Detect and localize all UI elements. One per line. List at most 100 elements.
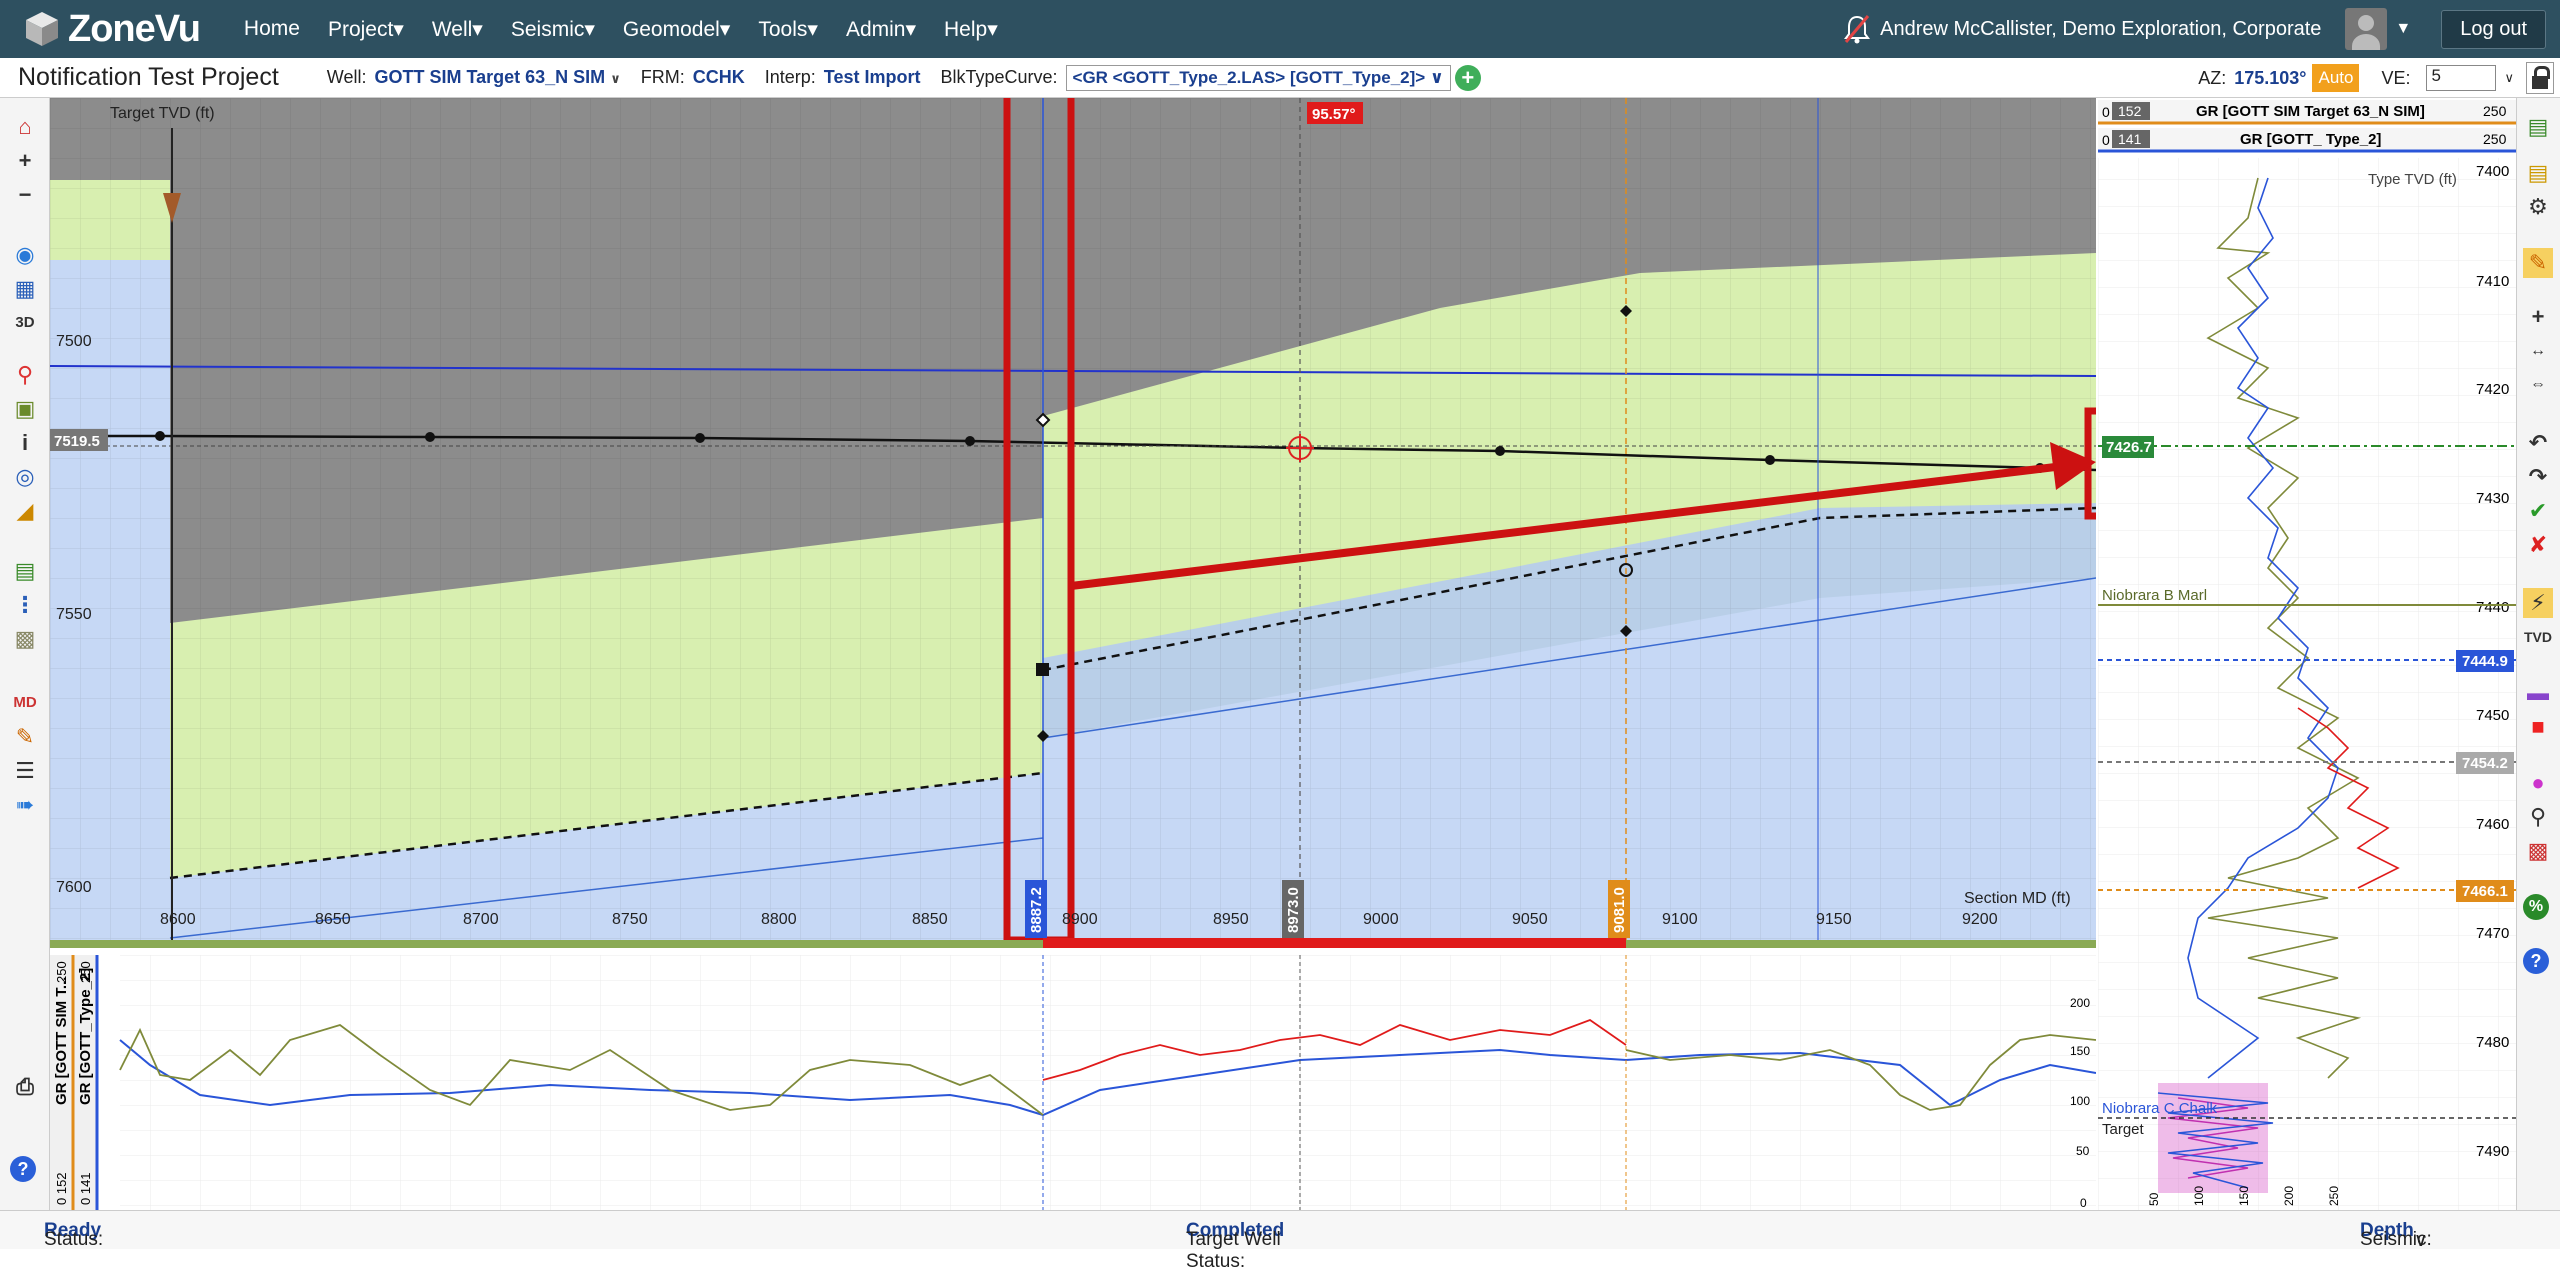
points-icon[interactable]: ⋮ — [10, 590, 40, 620]
seismic-status[interactable]: Seismic: Depth ∨ — [2360, 1220, 2432, 1251]
3d-view-icon[interactable]: 3D — [10, 308, 40, 338]
avatar[interactable] — [2345, 8, 2388, 50]
percent-icon[interactable]: % — [2523, 894, 2549, 920]
target-tvd-label: Target TVD (ft) — [110, 105, 215, 122]
map-icon[interactable]: ▩ — [10, 624, 40, 654]
type-log-h2-tag: 141 — [2118, 131, 2142, 147]
type-tick: 7460 — [2476, 816, 2509, 833]
lightning-icon[interactable]: ⚡ — [2523, 588, 2553, 618]
ve-label: VE: — [2381, 67, 2411, 88]
well-selector[interactable]: GOTT SIM Target 63_N SIM ∨ — [374, 67, 620, 88]
log-strip[interactable]: GR [GOTT SIM T... GR [GOTT_Type_2] 0 152… — [50, 955, 2096, 1210]
ve-select[interactable]: 5 — [2426, 65, 2497, 91]
menu-admin[interactable]: Admin▾ — [846, 17, 916, 42]
type-log-panel[interactable]: 0 152 GR [GOTT SIM Target 63_N SIM] 250 … — [2098, 98, 2516, 1210]
document-icon[interactable]: ▤ — [2523, 158, 2553, 188]
frm-value[interactable]: CCHK — [693, 67, 745, 88]
split-icon[interactable]: ↔ — [2523, 336, 2553, 366]
compass-icon[interactable]: ◉ — [10, 240, 40, 270]
type-tick: 7410 — [2476, 273, 2509, 290]
chevron-down-icon[interactable]: ∨ — [2504, 70, 2514, 86]
md-toggle-icon[interactable]: MD — [10, 688, 40, 718]
x-tick: 9100 — [1662, 911, 1698, 928]
x-tick: 8950 — [1213, 911, 1249, 928]
angle-badge-value: 95.57° — [1312, 106, 1356, 123]
layers-icon[interactable]: ▣ — [10, 394, 40, 424]
menu-project[interactable]: Project▾ — [328, 17, 404, 42]
menu-geomodel[interactable]: Geomodel▾ — [623, 17, 730, 42]
grid-icon[interactable]: ▦ — [10, 274, 40, 304]
x-tick: 9150 — [1816, 911, 1852, 928]
close-icon[interactable]: ✘ — [2523, 530, 2553, 560]
type-tick: 7470 — [2476, 925, 2509, 942]
pin-icon[interactable]: ⚲ — [10, 360, 40, 390]
y-tick-7600: 7600 — [56, 879, 92, 896]
menu-well[interactable]: Well▾ — [432, 17, 483, 42]
add-type-curve-button[interactable]: + — [1454, 64, 1481, 91]
gear-icon[interactable]: ⚙ — [2523, 192, 2553, 222]
menu-home[interactable]: Home — [244, 17, 300, 41]
menu-tools[interactable]: Tools▾ — [758, 17, 818, 42]
camera-icon[interactable]: ◎ — [10, 462, 40, 492]
x-tick: 8800 — [761, 911, 797, 928]
lock-icon[interactable] — [2526, 62, 2554, 94]
blk-type-curve-select[interactable]: <GR <GOTT_Type_2.LAS> [GOTT_Type_2]> ∨ — [1065, 64, 1451, 91]
bars-icon[interactable]: ▬ — [2523, 678, 2553, 708]
type-tick: 7430 — [2476, 490, 2509, 507]
type-log-h1-max: 250 — [2483, 103, 2507, 119]
az-value: 175.103° — [2234, 67, 2307, 88]
palette-icon[interactable]: ▩ — [2523, 836, 2553, 866]
logout-button[interactable]: Log out — [2441, 9, 2546, 49]
toolbar-right: AZ: 175.103° Auto VE: 5 ∨ — [2198, 58, 2560, 98]
menu-help[interactable]: Help▾ — [944, 17, 998, 42]
log-track-2-max: 250 — [78, 961, 93, 983]
interp-value[interactable]: Test Import — [824, 67, 921, 88]
user-name[interactable]: Andrew McCallister, Demo Exploration, Co… — [1880, 18, 2321, 41]
add-icon[interactable]: + — [2523, 302, 2553, 332]
log-track-2-min: 0 141 — [78, 1172, 93, 1205]
layers-icon[interactable]: ▤ — [2523, 112, 2553, 142]
well-label: Well: — [326, 67, 367, 87]
chevron-down-icon[interactable]: ▼ — [2395, 20, 2411, 38]
type-tick: 7490 — [2476, 1143, 2509, 1160]
type-log-h1-tag: 152 — [2118, 103, 2142, 119]
help-icon[interactable]: ? — [2523, 948, 2549, 974]
check-icon[interactable]: ✔ — [2523, 496, 2553, 526]
stop-icon[interactable]: ■ — [2523, 712, 2553, 742]
pencil-icon[interactable]: ✎ — [10, 722, 40, 752]
cross-section-view[interactable]: 7500 7550 7600 8600 8650 8700 8750 8800 … — [50, 98, 2096, 948]
ruler-icon[interactable]: ◢ — [10, 496, 40, 526]
zonevu-logo[interactable]: ZoneVu — [22, 8, 201, 51]
log-y-tick: 200 — [2070, 996, 2090, 1010]
type-log-h2-min: 0 — [2102, 132, 2110, 148]
notification-bell-icon[interactable] — [1844, 14, 1871, 44]
help-icon[interactable]: ? — [10, 1156, 36, 1182]
tvd-marker-value: 7519.5 — [54, 433, 100, 450]
pencil-icon[interactable]: ✎ — [2523, 248, 2553, 278]
target-well-status-label: Target Well Status: — [1186, 1229, 1281, 1272]
x-tick: 8650 — [315, 911, 351, 928]
info-icon[interactable]: i — [10, 428, 40, 458]
status-label: Status: — [44, 1229, 104, 1250]
zoom-out-icon[interactable]: − — [10, 180, 40, 210]
type-x-tick: 200 — [2282, 1186, 2296, 1206]
undo-icon[interactable]: ↶ — [2523, 428, 2553, 458]
zoom-in-icon[interactable]: + — [10, 146, 40, 176]
merge-icon[interactable]: ⇔ — [2523, 370, 2553, 400]
list-icon[interactable]: ☰ — [10, 756, 40, 786]
auto-button[interactable]: Auto — [2312, 64, 2360, 92]
redo-icon[interactable]: ↷ — [2523, 462, 2553, 492]
md-badge-1-value: 8887.2 — [1028, 887, 1045, 933]
type-x-tick: 150 — [2237, 1186, 2251, 1206]
blob-icon[interactable]: ● — [2523, 768, 2553, 798]
arrow-right-icon[interactable]: ➠ — [10, 790, 40, 820]
log-y-tick: 150 — [2070, 1044, 2090, 1058]
menu-seismic[interactable]: Seismic▾ — [511, 17, 595, 42]
print-icon[interactable]: ⎙ — [10, 1072, 40, 1102]
tvd-toggle-icon[interactable]: TVD — [2523, 622, 2553, 652]
search-icon[interactable]: ⚲ — [2523, 802, 2553, 832]
x-tick: 8750 — [612, 911, 648, 928]
blk-type-curve-label: BlkTypeCurve: — [940, 67, 1058, 87]
horizon-icon[interactable]: ▤ — [10, 556, 40, 586]
home-icon[interactable]: ⌂ — [10, 112, 40, 142]
